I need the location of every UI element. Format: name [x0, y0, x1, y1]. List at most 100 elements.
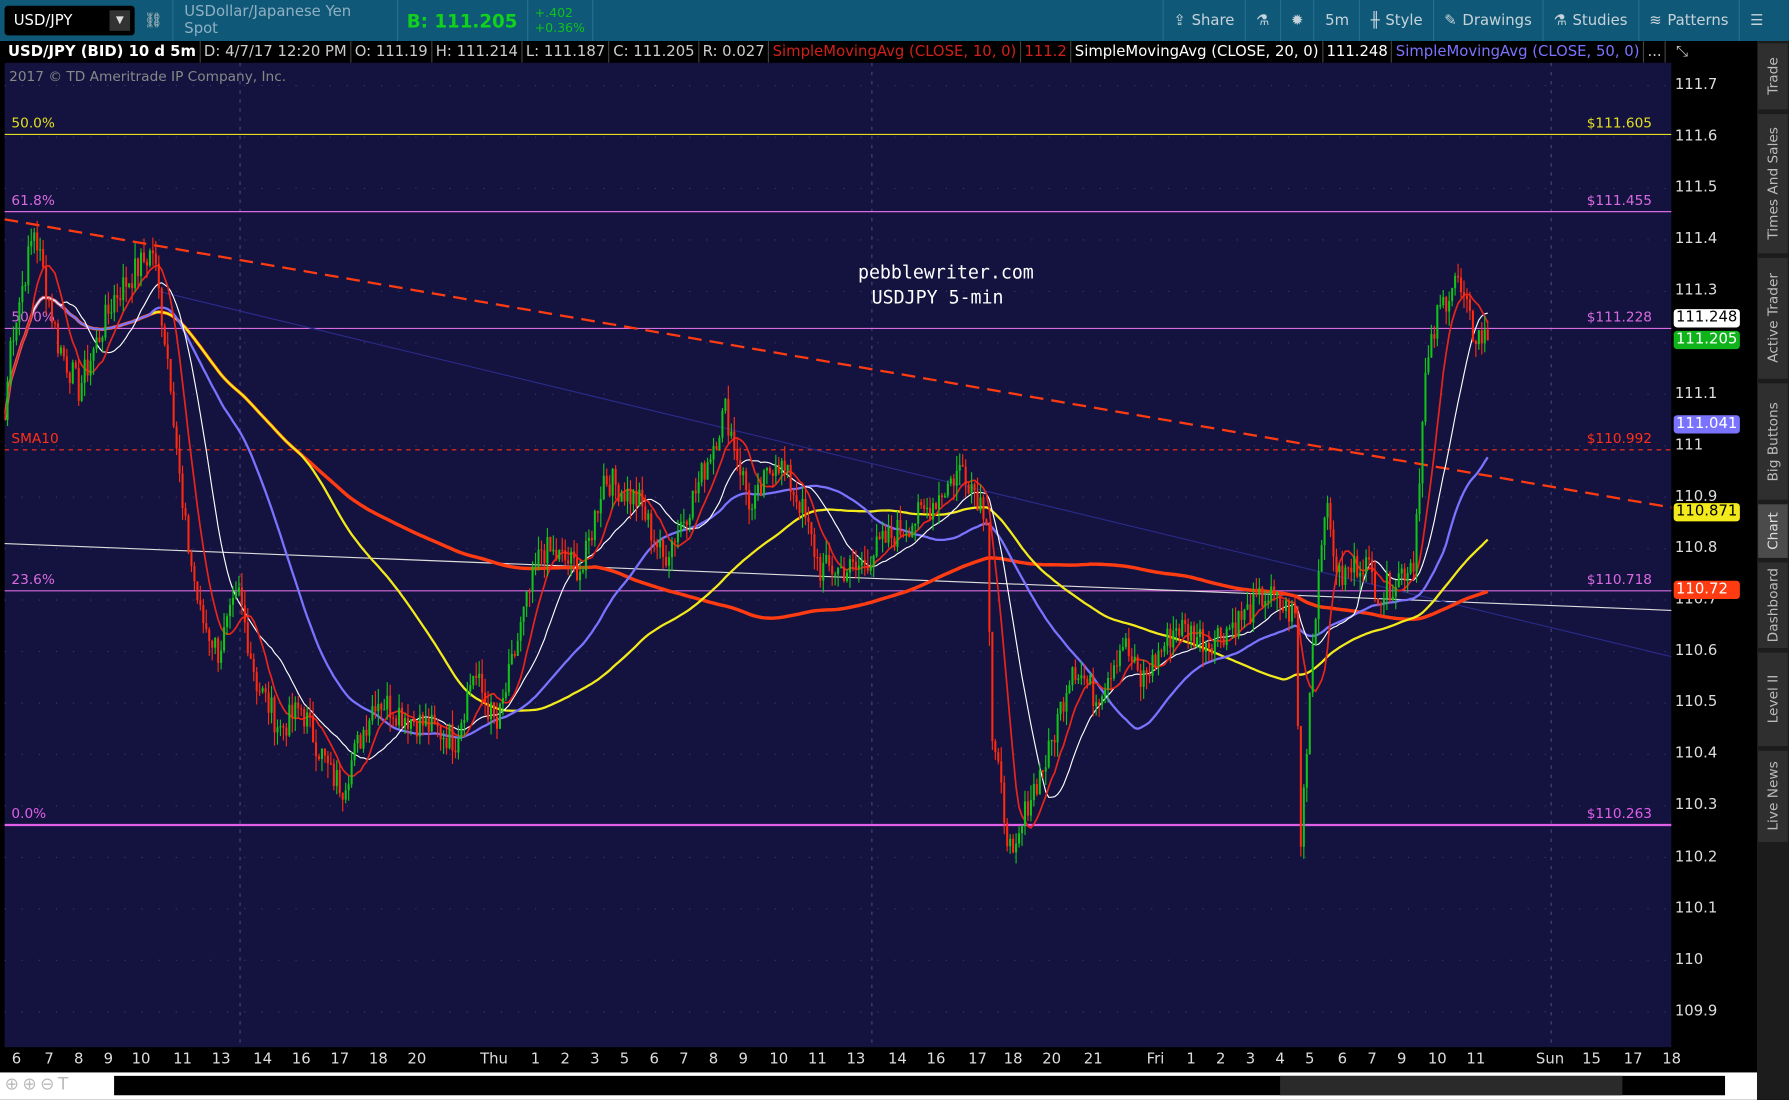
- candle-body: [202, 605, 205, 624]
- candle-body: [1225, 628, 1228, 646]
- candle: [169, 358, 172, 395]
- candle-body: [1142, 670, 1145, 687]
- side-tabs: Trade Times And Sales Active Trader Big But…: [1756, 41, 1789, 1100]
- side-tab-times-and-sales[interactable]: Times And Sales: [1758, 111, 1788, 254]
- menu-button[interactable]: ☰: [1738, 0, 1789, 42]
- candle-body: [196, 581, 199, 601]
- candle-body: [742, 471, 745, 476]
- side-tab-active-trader[interactable]: Active Trader: [1758, 255, 1788, 379]
- candle-body: [71, 362, 74, 384]
- candle-body: [1356, 556, 1359, 577]
- side-tab-big-buttons[interactable]: Big Buttons: [1758, 381, 1788, 500]
- candle-body: [1373, 572, 1377, 599]
- candle-body: [104, 304, 107, 338]
- interval-button[interactable]: 5m: [1313, 0, 1360, 42]
- patterns-button[interactable]: ≋ Patterns: [1637, 0, 1739, 42]
- time-axis[interactable]: 6 7 8 9 10 11 13 14 16 17 18 20 Thu 1 2 3 5 6 7 8 9 10 11 13 14 1…: [4, 1047, 1681, 1073]
- symbol-selector[interactable]: USD/JPY ▼: [4, 5, 135, 36]
- candle-body: [335, 769, 338, 786]
- drawings-label: Drawings: [1462, 11, 1532, 30]
- candle-body: [83, 359, 86, 384]
- side-tab-trade[interactable]: Trade: [1758, 41, 1788, 110]
- legend-sma20[interactable]: SimpleMovingAvg (CLOSE, 20, 0): [1071, 41, 1324, 63]
- candle-body: [383, 709, 386, 711]
- candle-body: [576, 557, 579, 581]
- legend-more[interactable]: ...: [1644, 41, 1667, 63]
- time-tick: 21: [1083, 1050, 1103, 1068]
- candle-body: [1062, 701, 1065, 712]
- candle-body: [1397, 573, 1400, 588]
- candle-body: [837, 567, 840, 575]
- candle-body: [733, 431, 736, 451]
- candle-body: [306, 712, 309, 727]
- zoom-tools-icons[interactable]: ⊕⊕⊖T: [5, 1074, 72, 1095]
- candle-body: [534, 566, 537, 568]
- candle-body: [546, 537, 549, 564]
- drawings-button[interactable]: ✎ Drawings: [1432, 0, 1542, 42]
- candle-body: [288, 704, 291, 736]
- candle: [1471, 309, 1474, 343]
- fib-level-price: $110.718: [1587, 572, 1652, 588]
- legend-sma10[interactable]: SimpleMovingAvg (CLOSE, 10, 0): [769, 41, 1021, 63]
- settings-button[interactable]: ✹: [1279, 0, 1314, 42]
- chevron-down-icon[interactable]: ▼: [109, 10, 131, 31]
- candle-body: [1329, 503, 1332, 530]
- candle-body: [1445, 297, 1448, 312]
- side-tab-level-ii[interactable]: Level II: [1758, 650, 1788, 747]
- time-tick: 10: [769, 1050, 789, 1068]
- candle-body: [469, 685, 472, 692]
- candle-body: [1406, 573, 1409, 581]
- price-tick: 111.4: [1674, 230, 1718, 248]
- auto-scale-icon[interactable]: ⤡: [1676, 43, 1688, 60]
- legend-sma50[interactable]: SimpleMovingAvg (CLOSE, 50, 0): [1392, 41, 1645, 63]
- candle-body: [590, 537, 593, 541]
- candle-body: [1273, 586, 1276, 596]
- time-tick: 11: [807, 1050, 827, 1068]
- side-tab-live-news[interactable]: Live News: [1758, 748, 1788, 842]
- style-button[interactable]: ╫ Style: [1359, 0, 1433, 42]
- link-icon[interactable]: ⛓: [144, 12, 163, 29]
- studies-button[interactable]: ⚗ Studies: [1542, 0, 1638, 42]
- candle-body: [1282, 607, 1285, 611]
- candle-body: [30, 241, 33, 247]
- time-tick: 7: [1367, 1050, 1377, 1068]
- candle-body: [74, 362, 77, 369]
- candle-body: [1172, 630, 1175, 648]
- time-tick: 9: [103, 1050, 114, 1068]
- candle-body: [1287, 600, 1291, 622]
- candle-body: [552, 549, 555, 552]
- candle: [498, 702, 501, 729]
- price-axis[interactable]: ⤡ 111.7111.6111.5111.4111.3111.2111.1111…: [1671, 41, 1757, 1048]
- candle-body: [350, 760, 353, 785]
- side-tab-dashboard[interactable]: Dashboard: [1758, 560, 1788, 649]
- gear-icon: ✹: [1291, 11, 1304, 30]
- horizontal-scrollbar[interactable]: [114, 1075, 1726, 1096]
- candle-body: [36, 232, 39, 251]
- candle-body: [92, 349, 95, 361]
- candle-body: [205, 623, 208, 630]
- share-button[interactable]: ⇪ Share: [1162, 0, 1245, 42]
- candle: [721, 407, 724, 443]
- candle-body: [1252, 592, 1255, 623]
- candle-body: [1424, 372, 1427, 422]
- candle-body: [460, 722, 463, 738]
- candle-body: [353, 743, 356, 761]
- candle-body: [1462, 292, 1466, 296]
- candle-body: [122, 277, 125, 301]
- candle-body: [338, 769, 341, 794]
- candle-body: [1323, 517, 1326, 546]
- flask-button[interactable]: ⚗: [1244, 0, 1280, 42]
- candle-body: [561, 549, 564, 551]
- candle-body: [777, 464, 780, 474]
- candle-body: [1056, 714, 1059, 743]
- candle-body: [492, 702, 496, 717]
- price-tick: 111.7: [1674, 76, 1718, 94]
- price-tick: 111.6: [1674, 127, 1718, 146]
- side-tab-chart[interactable]: Chart: [1758, 501, 1788, 558]
- candle-body: [1350, 567, 1353, 573]
- list-icon: ☰: [1750, 11, 1764, 30]
- candle-body: [481, 673, 484, 693]
- scrollbar-thumb[interactable]: [1280, 1075, 1623, 1096]
- price-chart[interactable]: 50.0% $111.60561.8% $111.45550.0% $111.228S…: [4, 62, 1672, 1048]
- candle-body: [1222, 638, 1225, 646]
